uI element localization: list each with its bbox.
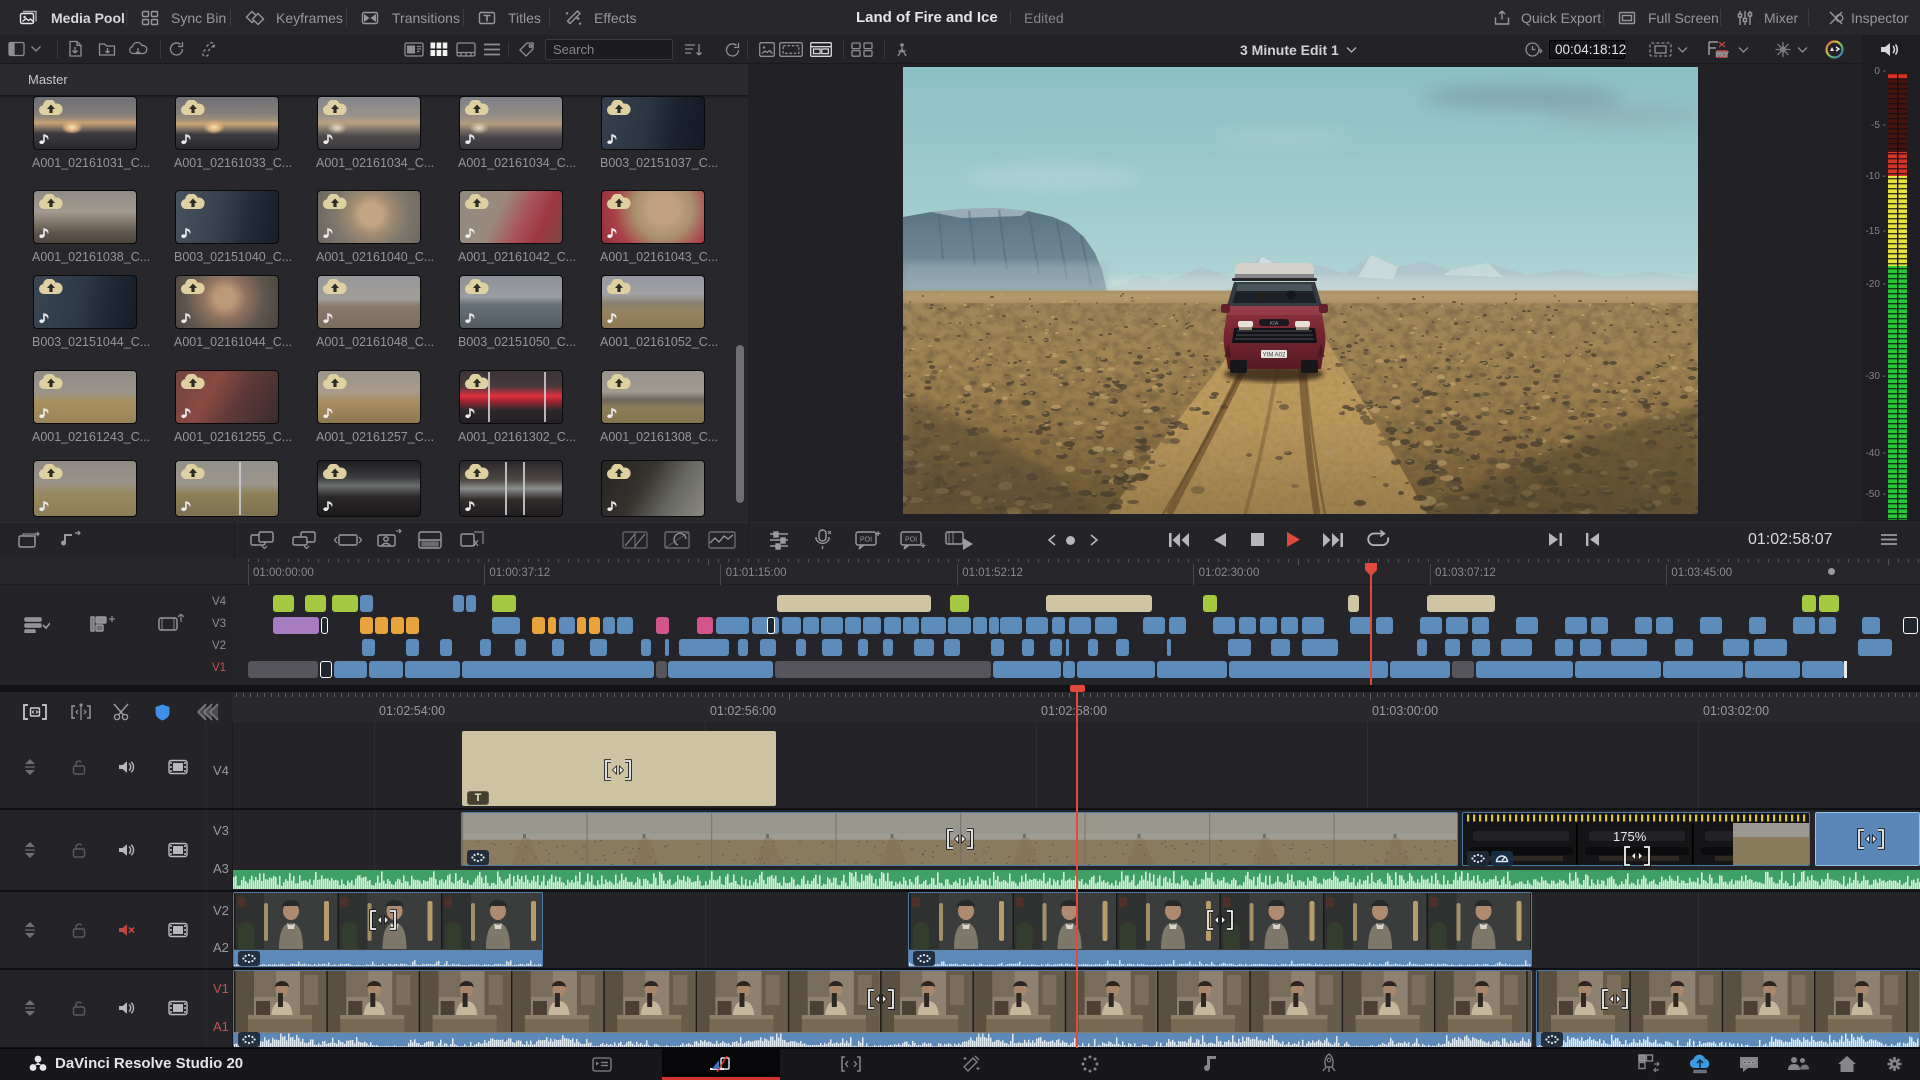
svg-text:POI: POI bbox=[860, 537, 872, 544]
svg-text:YIM A02: YIM A02 bbox=[1263, 353, 1286, 359]
svg-text:POI: POI bbox=[905, 537, 917, 544]
svg-text:KIA: KIA bbox=[1270, 321, 1279, 327]
svg-text:PXY: PXY bbox=[1716, 53, 1728, 59]
